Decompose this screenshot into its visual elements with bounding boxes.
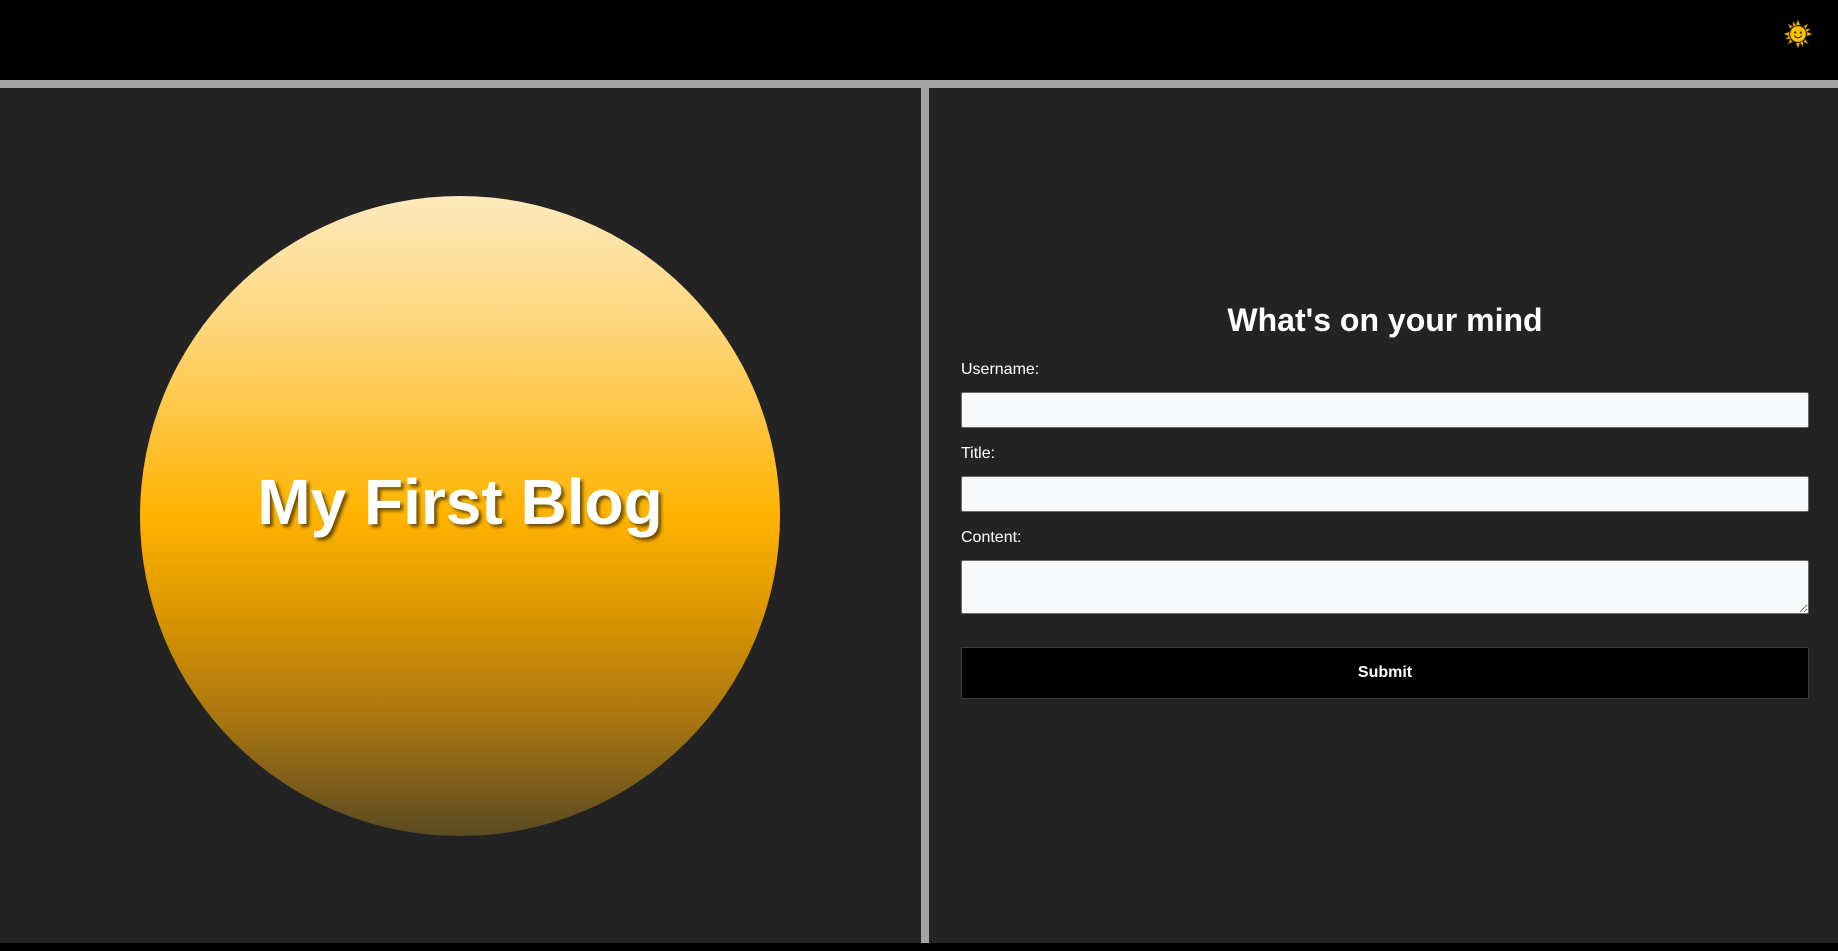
title-input[interactable] <box>961 476 1809 512</box>
new-post-form: What's on your mind Username: Title: Con… <box>961 302 1809 699</box>
username-label: Username: <box>961 361 1040 378</box>
theme-toggle-button[interactable] <box>1782 18 1814 50</box>
blog-title: My First Blog <box>257 466 663 538</box>
panel-divider[interactable] <box>921 88 929 943</box>
submit-button[interactable]: Submit <box>961 647 1809 699</box>
title-label: Title: <box>961 445 996 462</box>
top-bar <box>0 0 1838 80</box>
hero-panel: My First Blog <box>0 88 921 943</box>
content-textarea[interactable] <box>961 560 1809 614</box>
content-label: Content: <box>961 529 1022 546</box>
bottom-edge <box>0 943 1838 951</box>
username-input[interactable] <box>961 392 1809 428</box>
hero-sun-circle: My First Blog <box>140 196 780 836</box>
form-heading: What's on your mind <box>1227 302 1543 338</box>
post-form-panel: What's on your mind Username: Title: Con… <box>929 88 1838 943</box>
sun-icon <box>1783 19 1813 49</box>
header-divider <box>0 80 1838 88</box>
